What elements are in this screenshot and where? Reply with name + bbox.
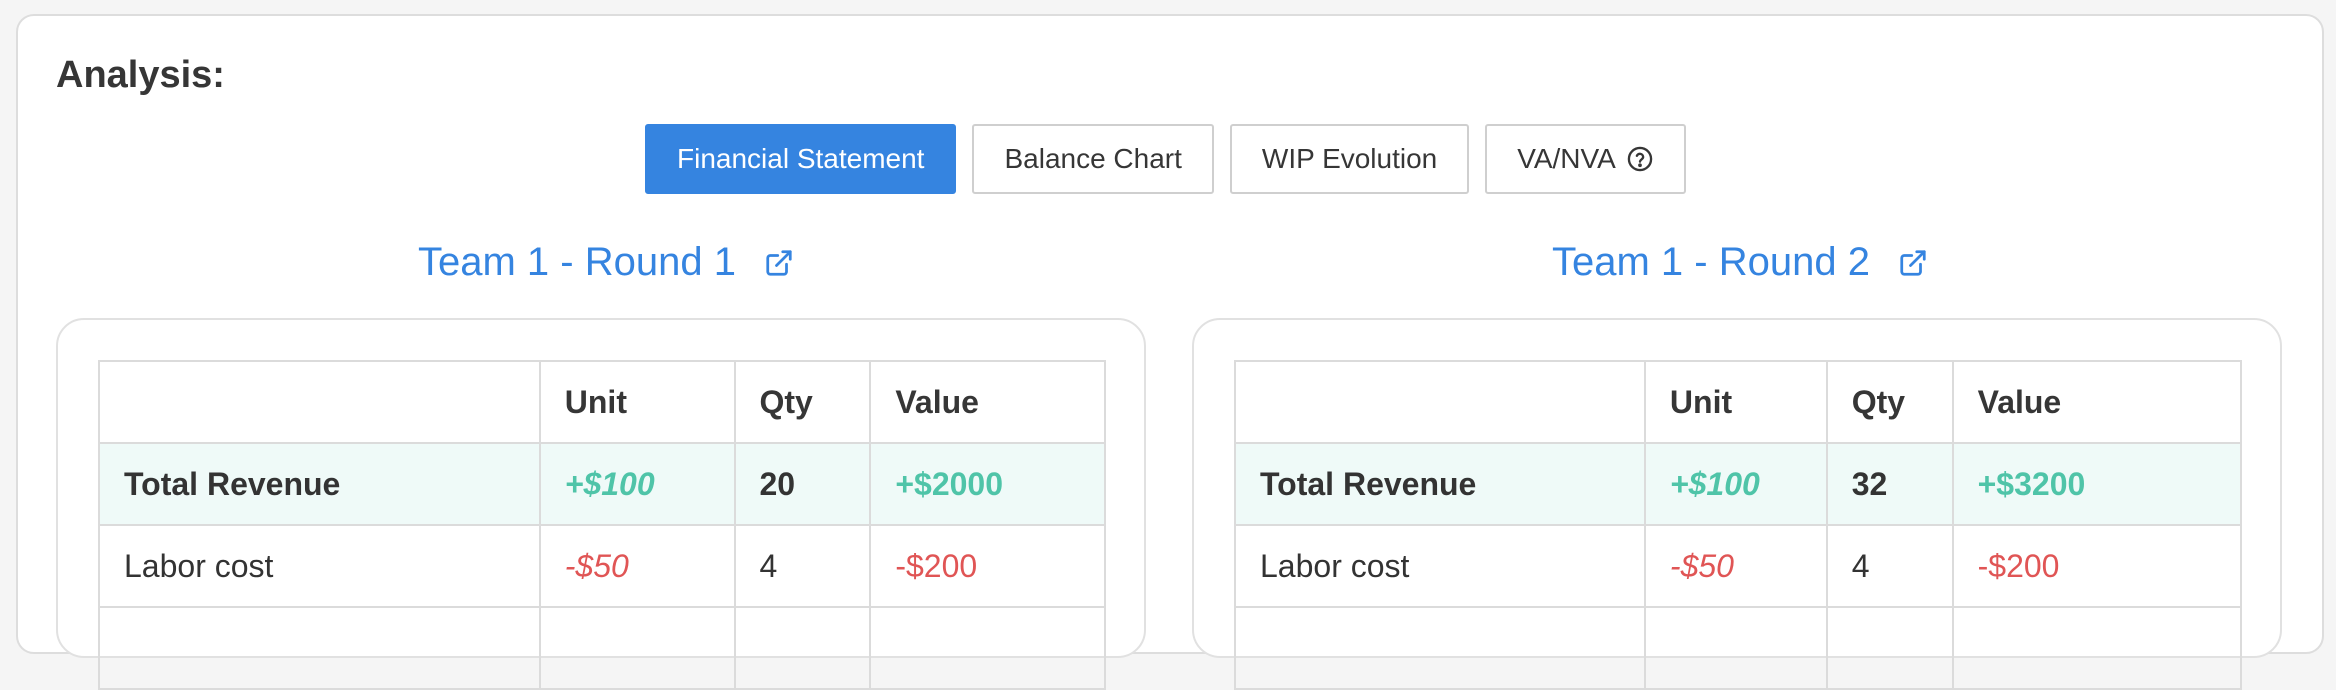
tab-label: WIP Evolution: [1261, 143, 1438, 174]
header-qty: Qty: [1825, 360, 1954, 444]
financial-table: Unit Qty Value Total Revenue +$100 20 +$…: [98, 360, 1106, 690]
row-label: Total Revenue: [1234, 442, 1646, 526]
table-row: [98, 606, 1106, 690]
tab-label: VA/NVA: [1517, 143, 1616, 174]
tab-label: Balance Chart: [1004, 143, 1182, 174]
help-circle-icon[interactable]: [1626, 145, 1654, 173]
row-label: Labor cost: [1234, 524, 1646, 608]
round-1-panel: Unit Qty Value Total Revenue +$100 20 +$…: [56, 318, 1146, 690]
round-2-title: Team 1 - Round 2: [1552, 240, 1928, 285]
row-qty: 4: [1825, 524, 1954, 608]
header-value: Value: [869, 360, 1106, 444]
row-unit: -$50: [538, 524, 736, 608]
table-row: Total Revenue +$100 20 +$2000: [98, 442, 1106, 526]
row-value: -$200: [1951, 524, 2243, 608]
row-qty: 20: [733, 442, 872, 526]
table-row: Labor cost -$50 4 -$200: [1234, 524, 2243, 608]
table-header-row: Unit Qty Value: [98, 360, 1106, 444]
table-header-row: Unit Qty Value: [1234, 360, 2243, 444]
analysis-tabs: Financial Statement Balance Chart WIP Ev…: [645, 124, 1686, 194]
round-2-panel: Unit Qty Value Total Revenue +$100 32 +$…: [1192, 318, 2282, 690]
header-label: [98, 360, 541, 444]
round-title-text: Team 1 - Round 2: [1552, 240, 1870, 284]
round-1-title: Team 1 - Round 1: [418, 240, 794, 285]
row-unit: +$100: [538, 442, 736, 526]
row-label: Labor cost: [98, 524, 541, 608]
row-value: -$200: [869, 524, 1106, 608]
external-link-icon[interactable]: [1898, 248, 1928, 278]
row-value: +$2000: [869, 442, 1106, 526]
row-qty: 32: [1825, 442, 1954, 526]
tab-wip-evolution[interactable]: WIP Evolution: [1229, 124, 1470, 194]
tab-va-nva[interactable]: VA/NVA: [1485, 124, 1686, 194]
external-link-icon[interactable]: [764, 248, 794, 278]
row-qty: 4: [733, 524, 872, 608]
row-unit: -$50: [1643, 524, 1828, 608]
row-unit: +$100: [1643, 442, 1828, 526]
table-row: Total Revenue +$100 32 +$3200: [1234, 442, 2243, 526]
analysis-heading: Analysis:: [56, 54, 225, 96]
financial-table: Unit Qty Value Total Revenue +$100 32 +$…: [1234, 360, 2243, 690]
tab-label: Financial Statement: [677, 143, 925, 174]
row-label: Total Revenue: [98, 442, 541, 526]
round-title-text: Team 1 - Round 1: [418, 240, 736, 284]
table-row: Labor cost -$50 4 -$200: [98, 524, 1106, 608]
header-label: [1234, 360, 1646, 444]
header-value: Value: [1951, 360, 2243, 444]
header-qty: Qty: [733, 360, 872, 444]
table-row: [1234, 606, 2243, 690]
tab-financial-statement[interactable]: Financial Statement: [645, 124, 957, 194]
tab-balance-chart[interactable]: Balance Chart: [972, 124, 1214, 194]
header-unit: Unit: [1643, 360, 1828, 444]
row-value: +$3200: [1951, 442, 2243, 526]
header-unit: Unit: [538, 360, 736, 444]
